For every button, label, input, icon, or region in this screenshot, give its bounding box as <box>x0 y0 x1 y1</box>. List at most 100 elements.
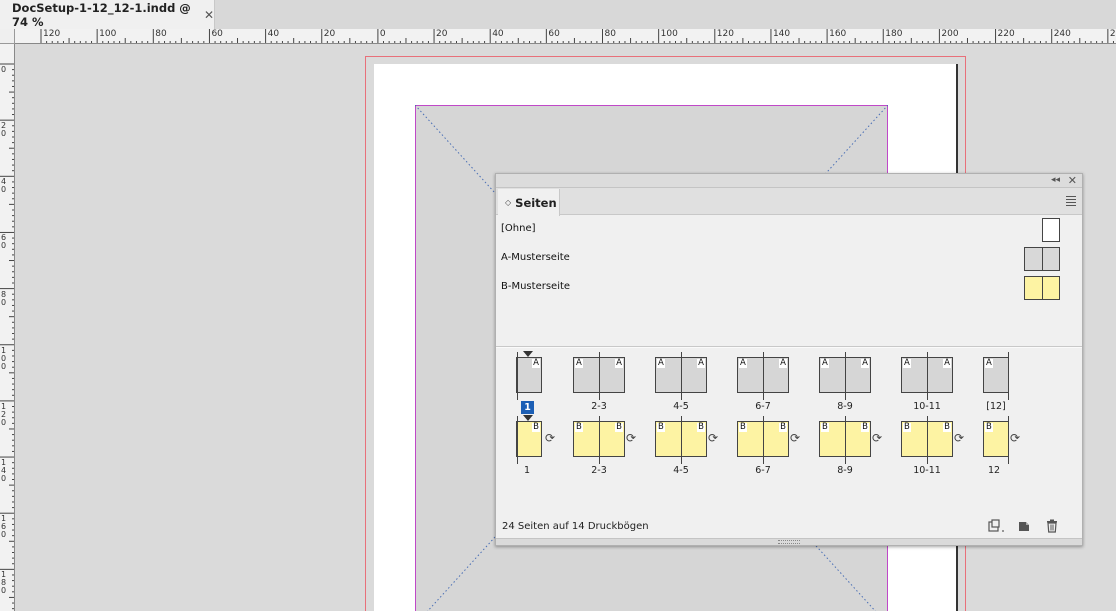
vertical-ruler[interactable]: 0 20 40 60 80 100 120 140 160 180 <box>0 44 15 611</box>
master-letter: B <box>739 422 747 432</box>
panel-menu-icon[interactable] <box>1066 196 1076 208</box>
master-name: [Ohne] <box>501 223 536 234</box>
page-number[interactable]: 8-9 <box>820 401 870 412</box>
ruler-label: 60 <box>211 29 223 39</box>
document-tab[interactable]: DocSetup-1-12_12-1.indd @ 74 % ✕ <box>0 0 215 29</box>
page-number[interactable]: 2-3 <box>574 465 624 476</box>
master-a[interactable]: A-Musterseite <box>496 247 1082 273</box>
spine-line <box>845 352 846 400</box>
spine-line <box>1008 416 1009 464</box>
master-letter: B <box>615 422 623 432</box>
collapse-icon[interactable]: ◂◂ <box>1051 175 1060 185</box>
rotate-spread-icon[interactable]: ⟳ <box>626 431 636 445</box>
spine-line <box>927 416 928 464</box>
master-letter: B <box>697 422 705 432</box>
ruler-label: 0 <box>379 29 386 39</box>
ruler-label: 40 <box>1 177 7 195</box>
close-icon[interactable]: ✕ <box>204 8 214 22</box>
page-size-icon[interactable] <box>988 519 1006 533</box>
document-tab-title: DocSetup-1-12_12-1.indd @ 74 % <box>12 0 191 29</box>
spine-line <box>517 352 518 400</box>
page-number[interactable]: 4-5 <box>656 401 706 412</box>
master-letter: B <box>943 422 951 432</box>
tab-seiten[interactable]: ◇ Seiten <box>498 189 560 216</box>
master-letter: A <box>657 358 665 368</box>
ruler-label: 20 <box>436 29 448 39</box>
page-number[interactable]: 8-9 <box>820 465 870 476</box>
page-number[interactable]: 10-11 <box>902 401 952 412</box>
new-page-icon[interactable] <box>1018 519 1030 533</box>
spine-line <box>517 416 518 464</box>
page-thumb-1[interactable]: A <box>516 352 542 400</box>
close-icon[interactable]: ✕ <box>1068 174 1077 187</box>
page-thumb-6-7-b[interactable]: BB <box>737 416 789 464</box>
rotate-spread-icon[interactable]: ⟳ <box>872 431 882 445</box>
ruler-label: 200 <box>941 29 959 39</box>
ruler-label: 120 <box>1 401 7 427</box>
rotate-spread-icon[interactable]: ⟳ <box>790 431 800 445</box>
page-thumb-2-3-b[interactable]: BB <box>573 416 625 464</box>
ruler-label: 60 <box>1 233 7 251</box>
ruler-label: 40 <box>267 29 280 39</box>
page-number[interactable]: 6-7 <box>738 401 788 412</box>
master-b[interactable]: B-Musterseite <box>496 276 1082 302</box>
spine-line <box>599 352 600 400</box>
page-thumb-8-9[interactable]: AA <box>819 352 871 400</box>
page-number-selected[interactable]: 1 <box>521 401 534 414</box>
page-number[interactable]: 6-7 <box>738 465 788 476</box>
page-thumb-12-b[interactable]: B <box>983 416 1009 464</box>
panel-tab-strip: ◇ Seiten <box>496 188 1082 216</box>
spine-line <box>763 416 764 464</box>
panel-title-bar[interactable]: ◂◂ ✕ <box>496 174 1082 188</box>
horizontal-ruler[interactable]: 120 100 80 60 40 20 0 20 40 60 80 100 120 140 160 180 20… <box>15 29 1116 44</box>
ruler-label: 160 <box>829 29 847 39</box>
spine-line <box>927 352 928 400</box>
ruler-label: 20 <box>1 121 7 139</box>
master-letter: A <box>903 358 911 368</box>
master-letter: A <box>615 358 623 368</box>
page-number[interactable]: 10-11 <box>902 465 952 476</box>
page-number[interactable]: 1 <box>502 465 552 476</box>
rotate-spread-icon[interactable]: ⟳ <box>708 431 718 445</box>
page-thumb-4-5[interactable]: AA <box>655 352 707 400</box>
master-name: A-Musterseite <box>501 252 570 263</box>
page-thumb-12[interactable]: A <box>983 352 1009 400</box>
ruler-label: 260 <box>1109 29 1116 39</box>
master-letter: A <box>779 358 787 368</box>
grip-dots-icon <box>778 540 800 544</box>
page-count-status: 24 Seiten auf 14 Druckbögen <box>502 521 649 532</box>
ruler-label: 100 <box>660 29 678 39</box>
master-letter: B <box>532 422 540 432</box>
rotate-spread-icon[interactable]: ⟳ <box>1010 431 1020 445</box>
tab-arrow-icon: ◇ <box>505 198 512 207</box>
page-thumb-2-3[interactable]: AA <box>573 352 625 400</box>
pages-panel: ◂◂ ✕ ◇ Seiten [Ohne] A-Musterseite B-Mus… <box>495 173 1083 546</box>
page-number[interactable]: 12 <box>969 465 1019 476</box>
page-thumb-4-5-b[interactable]: BB <box>655 416 707 464</box>
master-letter: B <box>575 422 583 432</box>
yellow-spread-icon <box>1024 276 1060 300</box>
ruler-label: 120 <box>716 29 734 39</box>
master-none[interactable]: [Ohne] <box>496 218 1082 244</box>
panel-resize-grip[interactable] <box>496 538 1082 545</box>
rotate-spread-icon[interactable]: ⟳ <box>954 431 964 445</box>
page-number[interactable]: 2-3 <box>574 401 624 412</box>
trash-icon[interactable] <box>1046 519 1058 533</box>
master-letter: B <box>821 422 829 432</box>
master-letter: A <box>943 358 951 368</box>
page-thumb-1-b[interactable]: B <box>516 416 542 464</box>
page-thumb-8-9-b[interactable]: BB <box>819 416 871 464</box>
page-number[interactable]: 4-5 <box>656 465 706 476</box>
page-number[interactable]: [12] <box>971 401 1021 412</box>
spine-line <box>681 416 682 464</box>
ruler-label: 180 <box>1 570 7 596</box>
page-thumb-10-11[interactable]: AA <box>901 352 953 400</box>
ruler-label: 140 <box>1 458 7 484</box>
master-letter: A <box>861 358 869 368</box>
rotate-spread-icon[interactable]: ⟳ <box>545 431 555 445</box>
ruler-origin[interactable] <box>0 29 15 44</box>
page-thumb-10-11-b[interactable]: BB <box>901 416 953 464</box>
page-thumb-6-7[interactable]: AA <box>737 352 789 400</box>
ruler-label: 140 <box>772 29 791 39</box>
master-letter: B <box>779 422 787 432</box>
